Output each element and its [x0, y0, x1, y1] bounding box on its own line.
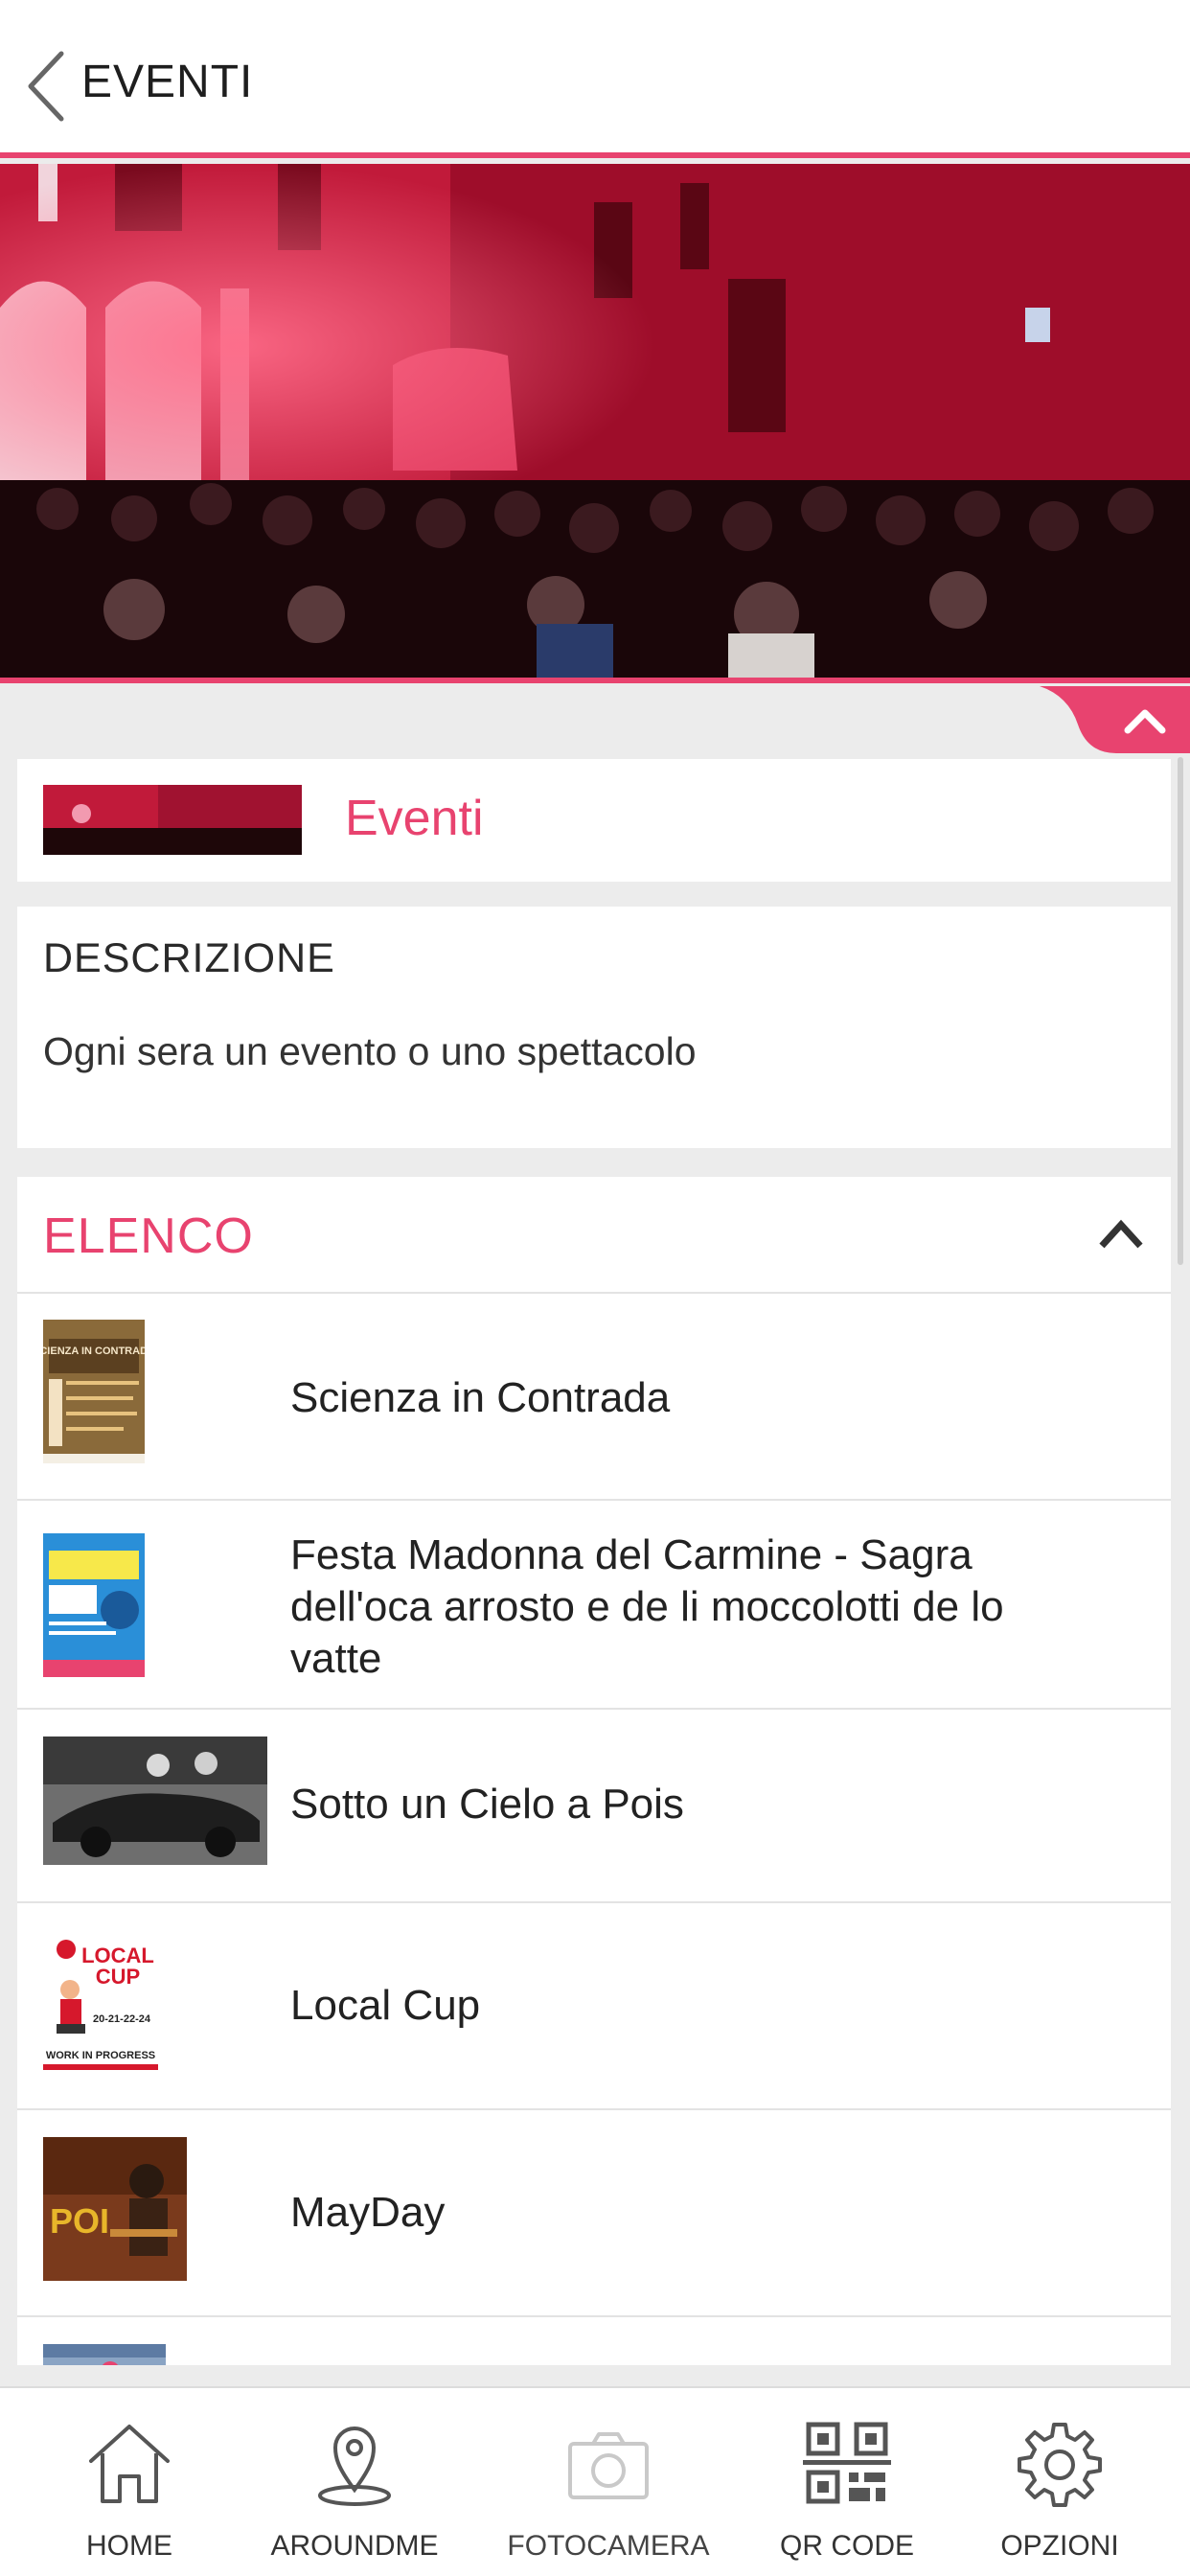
event-thumbnail [43, 1533, 145, 1677]
event-list-card: ELENCO SCIENZA IN CONTRADA [17, 1177, 1171, 2365]
nav-home[interactable]: HOME [38, 2388, 220, 2576]
back-button[interactable] [21, 46, 79, 126]
bottom-navigation: HOME AROUNDME FOTOCAMERA QR CODE OPZIONI [0, 2386, 1190, 2576]
nav-label: OPZIONI [1000, 2530, 1119, 2562]
poster-text: SCIENZA IN CONTRADA [43, 1346, 145, 1357]
event-title: Festa Madonna del Carmine - Sagra dell'o… [290, 1531, 1004, 1682]
description-card: DESCRIZIONE Ogni sera un evento o uno sp… [17, 907, 1171, 1148]
gear-icon [1018, 2423, 1102, 2507]
list-header[interactable]: ELENCO [17, 1177, 1171, 1294]
list-item[interactable]: POI MayDay [17, 2110, 1171, 2317]
list-item[interactable]: Festa Madonna del Carmine - Sagra dell'o… [17, 1501, 1171, 1710]
event-title: Scienza in Contrada [290, 1374, 671, 1421]
event-title: Local Cup [290, 1982, 481, 2029]
poster-text: WORK IN PROGRESS [46, 2050, 155, 2061]
app-screen: EVENTI Eventi DESCRIZIONE Ogni sera un e… [0, 0, 1190, 2576]
category-title: Eventi [345, 791, 484, 846]
event-thumbnail: LOCAL CUP 20-21-22-24 WORK IN PROGRESS [43, 1928, 158, 2072]
chevron-up-icon[interactable] [1098, 1215, 1144, 1254]
nav-qr-code[interactable]: QR CODE [763, 2388, 931, 2576]
description-heading: DESCRIZIONE [43, 935, 335, 981]
nav-camera[interactable]: FOTOCAMERA [498, 2388, 719, 2576]
list-item[interactable]: LOCAL CUP 20-21-22-24 WORK IN PROGRESS L… [17, 1903, 1171, 2110]
poster-text: POI [50, 2201, 109, 2241]
scrollbar[interactable] [1178, 757, 1183, 1265]
nav-label: QR CODE [779, 2530, 914, 2562]
poster-text: 20-21-22-24 [93, 2013, 151, 2025]
collapse-hero-button[interactable] [1040, 686, 1190, 753]
list-item[interactable]: SCIENZA IN CONTRADA Scienza in Contrada [17, 1294, 1171, 1501]
top-app-bar: EVENTI [0, 0, 1190, 158]
event-thumbnail: SCIENZA IN CONTRADA [43, 1320, 145, 1463]
location-pin-icon [318, 2426, 391, 2506]
event-thumbnail [43, 2344, 166, 2365]
poster-text: CUP [96, 1965, 140, 1989]
list-title: ELENCO [43, 1208, 254, 1264]
category-thumbnail [43, 785, 302, 855]
list-item[interactable] [17, 2317, 1171, 2365]
nav-label: FOTOCAMERA [507, 2530, 710, 2562]
list-item[interactable]: Sotto un Cielo a Pois [17, 1710, 1171, 1903]
nav-label: HOME [86, 2530, 172, 2562]
qr-code-icon [803, 2422, 891, 2504]
nav-aroundme[interactable]: AROUNDME [261, 2388, 448, 2576]
category-header-card: Eventi [17, 759, 1171, 882]
event-title: Sotto un Cielo a Pois [290, 1781, 684, 1828]
chevron-left-icon [28, 51, 64, 122]
event-thumbnail [43, 1736, 267, 1865]
event-thumbnail: POI [43, 2137, 187, 2281]
nav-label: AROUNDME [270, 2530, 439, 2562]
camera-icon [568, 2432, 649, 2499]
hero-image [0, 164, 1190, 683]
nav-options[interactable]: OPZIONI [975, 2388, 1144, 2576]
page-title: EVENTI [81, 57, 254, 107]
home-icon [89, 2425, 170, 2503]
event-title: MayDay [290, 2189, 446, 2236]
description-text: Ogni sera un evento o uno spettacolo [43, 1029, 697, 1073]
